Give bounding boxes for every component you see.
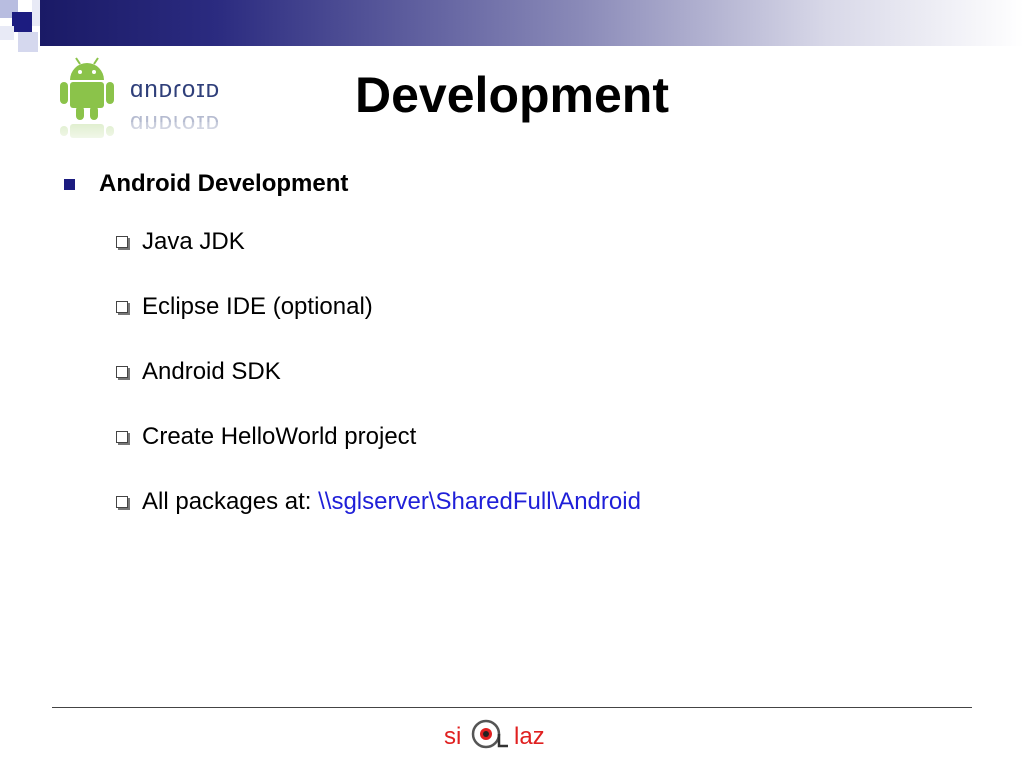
android-logo: ɑnᴅɾoɪᴅ ɑnᴅɾoɪᴅ bbox=[52, 50, 252, 150]
footer-divider bbox=[52, 707, 972, 708]
packages-path-link[interactable]: \\sglserver\SharedFull\Android bbox=[318, 488, 641, 516]
sub-bullet-helloworld: Create HelloWorld project bbox=[116, 422, 416, 452]
sub-bullet-java-jdk: Java JDK bbox=[116, 227, 245, 257]
decor-square-2 bbox=[12, 12, 32, 32]
svg-text:ɑnᴅɾoɪᴅ: ɑnᴅɾoɪᴅ bbox=[130, 76, 220, 103]
sub-bullet-text: Eclipse IDE (optional) bbox=[142, 293, 373, 320]
main-bullet: Android Development bbox=[64, 170, 348, 198]
sub-bullet-text: All packages at: bbox=[142, 488, 319, 515]
decor-square-5 bbox=[18, 32, 38, 52]
sub-bullet-android-sdk: Android SDK bbox=[116, 357, 281, 387]
square-bullet-icon bbox=[64, 178, 75, 190]
sub-bullet-text: Android SDK bbox=[142, 358, 281, 385]
checkbox-bullet-icon bbox=[116, 431, 128, 443]
sub-bullet-text: Java JDK bbox=[142, 228, 245, 255]
sub-bullet-packages: All packages at: \\sglserver\SharedFull\… bbox=[116, 487, 641, 517]
sub-bullet-text: Create HelloWorld project bbox=[142, 423, 417, 450]
main-bullet-text: Android Development bbox=[99, 170, 349, 197]
siglaz-logo-icon: si laz bbox=[444, 719, 545, 750]
checkbox-bullet-icon bbox=[116, 496, 128, 508]
footer-logo-right: laz bbox=[514, 723, 545, 750]
decor-square-7 bbox=[0, 26, 14, 40]
title-gradient-bar bbox=[40, 0, 1024, 46]
slide-title: Development bbox=[355, 67, 669, 123]
sub-bullet-eclipse-ide: Eclipse IDE (optional) bbox=[116, 292, 373, 322]
android-robot-icon: ɑnᴅɾoɪᴅ ɑnᴅɾoɪᴅ bbox=[52, 57, 252, 150]
checkbox-bullet-icon bbox=[116, 366, 128, 378]
footer-logo-left: si bbox=[444, 723, 461, 750]
checkbox-bullet-icon bbox=[116, 236, 128, 248]
siglaz-logo: si laz bbox=[440, 712, 570, 756]
checkbox-bullet-icon bbox=[116, 301, 128, 313]
